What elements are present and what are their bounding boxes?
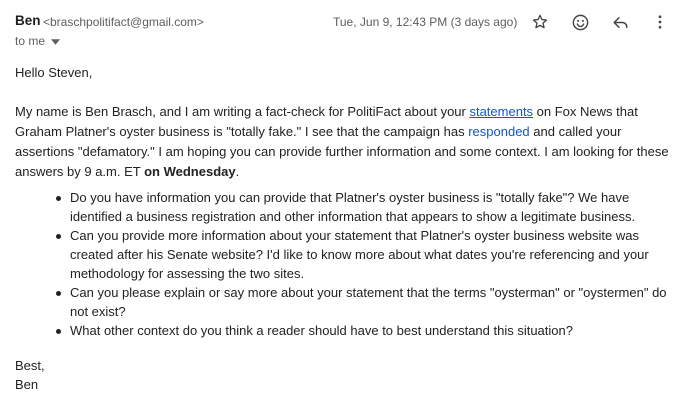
deadline-day: on Wednesday bbox=[144, 164, 236, 179]
sender-name[interactable]: Ben bbox=[15, 12, 41, 30]
sender-email: <braschpolitifact@gmail.com> bbox=[43, 15, 204, 29]
signature: Ben bbox=[15, 377, 39, 392]
message-header: Ben <braschpolitifact@gmail.com> Tue, Ju… bbox=[15, 12, 670, 32]
list-item: Can you provide more information about y… bbox=[56, 226, 675, 283]
star-icon[interactable] bbox=[528, 10, 552, 34]
list-item: Do you have information you can provide … bbox=[56, 188, 675, 226]
emoji-icon[interactable] bbox=[568, 10, 592, 34]
signoff: Best, bbox=[15, 358, 45, 373]
list-item: What other context do you think a reader… bbox=[56, 321, 675, 340]
statements-link[interactable]: statements bbox=[469, 104, 533, 119]
intro-text-4: . bbox=[235, 164, 240, 179]
responded-link[interactable]: responded bbox=[468, 124, 529, 139]
greeting: Hello Steven, bbox=[15, 65, 93, 80]
chevron-down-icon bbox=[51, 38, 61, 45]
recipients-label: to me bbox=[15, 34, 46, 48]
list-item: Can you please explain or say more about… bbox=[56, 283, 675, 321]
intro-paragraph: My name is Ben Brasch, and I am writing … bbox=[15, 102, 675, 182]
more-vert-icon[interactable] bbox=[648, 10, 672, 34]
reply-icon[interactable] bbox=[608, 10, 632, 34]
closing: Best, Ben bbox=[15, 356, 675, 394]
message-body: Hello Steven, My name is Ben Brasch, and… bbox=[15, 63, 675, 394]
message-date: Tue, Jun 9, 12:43 PM (3 days ago) bbox=[333, 15, 518, 29]
intro-text-1: My name is Ben Brasch, and I am writing … bbox=[15, 104, 470, 119]
questions-list: Do you have information you can provide … bbox=[15, 188, 675, 340]
recipients-toggle[interactable]: to me bbox=[15, 33, 61, 49]
